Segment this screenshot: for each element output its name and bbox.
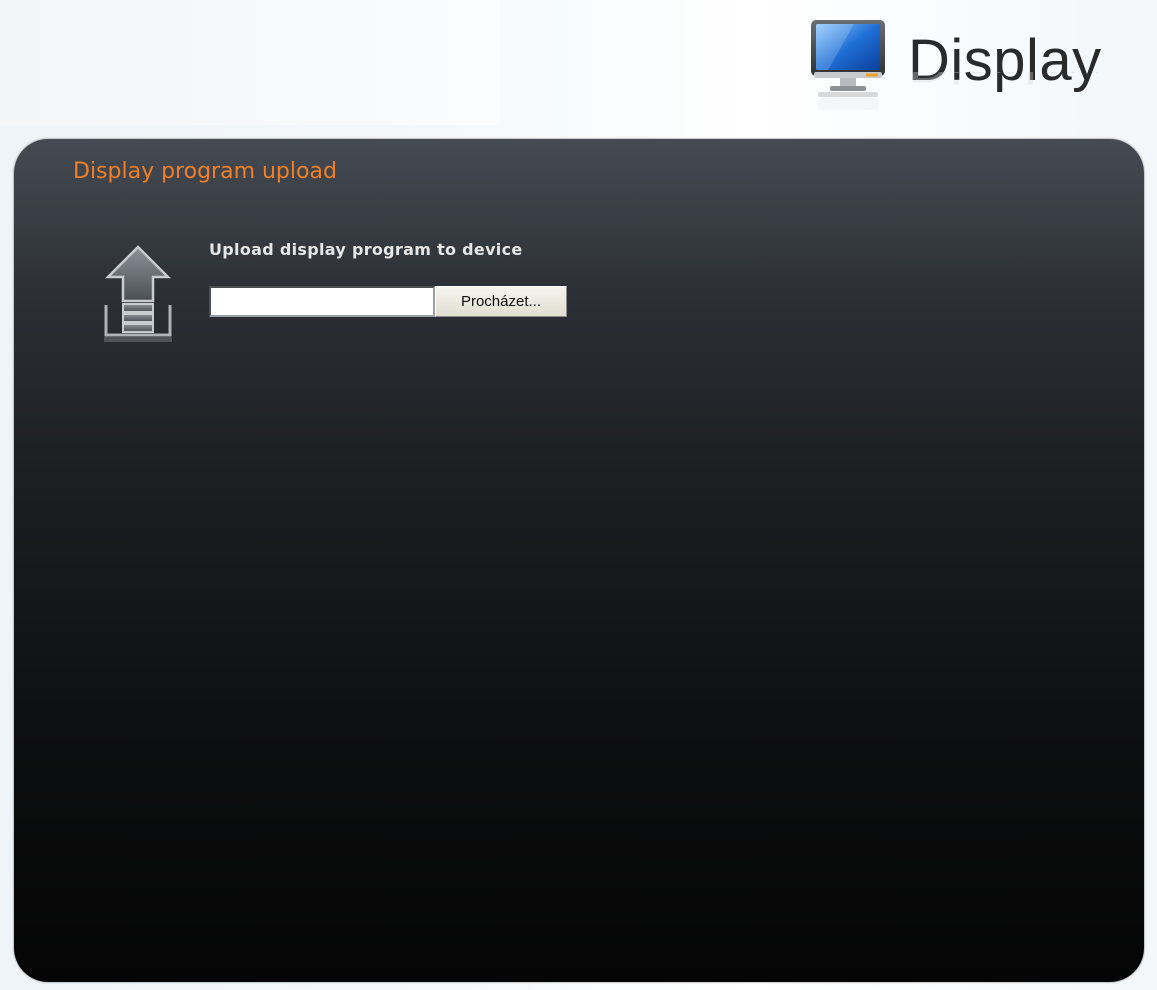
upload-label: Upload display program to device [209,240,523,259]
panel-title: Display program upload [73,159,337,184]
logo-text-reflection: Display [908,72,1098,96]
logo: Display Display [808,12,1148,122]
file-upload-control[interactable]: Procházet... [209,286,567,317]
browse-button[interactable]: Procházet... [435,286,567,317]
file-path-input[interactable] [209,286,435,317]
header: Display Display [0,0,1157,130]
monitor-icon [811,20,885,110]
main-panel: Display program upload Upload display pr… [14,139,1144,982]
upload-arrow-icon [104,245,172,342]
header-left-area [0,0,500,125]
